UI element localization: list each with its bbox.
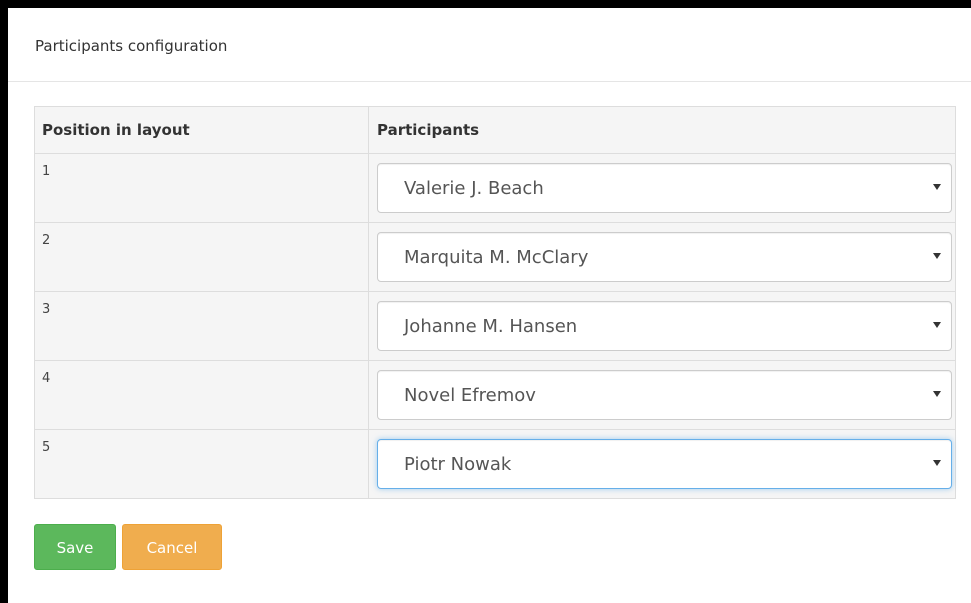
- participants-table-wrapper: Position in layout Participants 1 Valeri…: [34, 106, 956, 499]
- table-row: 3 Johanne M. Hansen: [34, 291, 956, 361]
- chevron-down-icon: [933, 253, 941, 259]
- position-cell: 4: [34, 360, 369, 430]
- table-row: 1 Valerie J. Beach: [34, 153, 956, 223]
- participant-cell: Piotr Nowak: [368, 429, 956, 499]
- participant-select-2[interactable]: Marquita M. McClary: [377, 232, 952, 282]
- column-header-position: Position in layout: [34, 106, 369, 154]
- modal-footer-buttons: Save Cancel: [34, 524, 222, 570]
- table-row: 5 Piotr Nowak: [34, 429, 956, 499]
- participant-cell: Novel Efremov: [368, 360, 956, 430]
- modal-header: Participants configuration: [8, 8, 971, 82]
- save-button[interactable]: Save: [34, 524, 116, 570]
- participant-cell: Marquita M. McClary: [368, 222, 956, 292]
- participant-cell: Valerie J. Beach: [368, 153, 956, 223]
- participant-select-value: Novel Efremov: [404, 385, 536, 406]
- position-cell: 1: [34, 153, 369, 223]
- position-cell: 3: [34, 291, 369, 361]
- participants-table: Position in layout Participants 1 Valeri…: [34, 106, 956, 499]
- chevron-down-icon: [933, 460, 941, 466]
- table-row: 2 Marquita M. McClary: [34, 222, 956, 292]
- participant-select-5[interactable]: Piotr Nowak: [377, 439, 952, 489]
- table-header-row: Position in layout Participants: [34, 106, 956, 154]
- table-row: 4 Novel Efremov: [34, 360, 956, 430]
- participant-select-value: Piotr Nowak: [404, 454, 512, 475]
- chevron-down-icon: [933, 184, 941, 190]
- participant-select-value: Valerie J. Beach: [404, 178, 544, 199]
- modal-title: Participants configuration: [35, 37, 228, 55]
- participant-select-4[interactable]: Novel Efremov: [377, 370, 952, 420]
- participants-config-modal: Participants configuration Position in l…: [8, 8, 971, 603]
- column-header-participants: Participants: [368, 106, 956, 154]
- chevron-down-icon: [933, 391, 941, 397]
- participant-select-value: Johanne M. Hansen: [404, 316, 578, 337]
- position-cell: 5: [34, 429, 369, 499]
- cancel-button[interactable]: Cancel: [122, 524, 222, 570]
- position-cell: 2: [34, 222, 369, 292]
- chevron-down-icon: [933, 322, 941, 328]
- participant-cell: Johanne M. Hansen: [368, 291, 956, 361]
- participant-select-value: Marquita M. McClary: [404, 247, 589, 268]
- participant-select-1[interactable]: Valerie J. Beach: [377, 163, 952, 213]
- participant-select-3[interactable]: Johanne M. Hansen: [377, 301, 952, 351]
